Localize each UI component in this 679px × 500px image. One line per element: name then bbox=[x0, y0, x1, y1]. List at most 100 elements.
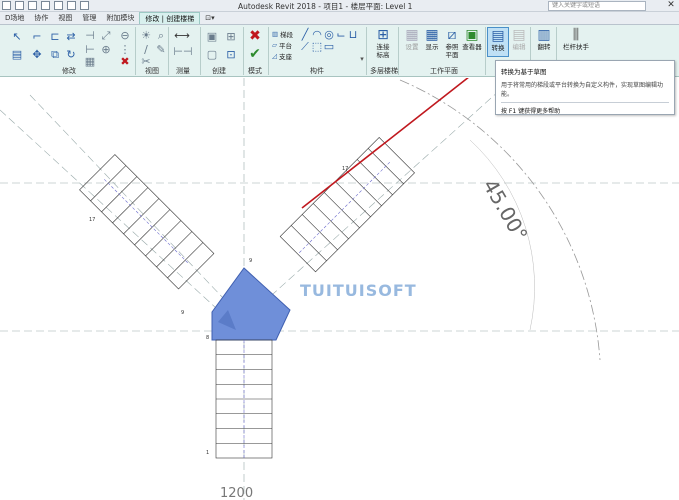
arc-center-icon[interactable]: ◠ bbox=[312, 29, 322, 40]
trim-icon[interactable]: ⊣ bbox=[84, 29, 96, 41]
stair-run-button[interactable]: ▥ 梯段 bbox=[272, 29, 293, 39]
pointer-arrow bbox=[301, 78, 469, 209]
landing-shape bbox=[211, 267, 291, 341]
undo-icon[interactable] bbox=[15, 1, 24, 10]
group-label-component: 构件 bbox=[310, 67, 324, 75]
array-icon[interactable]: ▦ bbox=[84, 56, 96, 67]
group-label-measure: 测量 bbox=[176, 67, 190, 75]
ribbon-separator bbox=[398, 27, 399, 75]
align-icon[interactable]: ⌐ bbox=[30, 29, 44, 43]
riser-number: 17 bbox=[89, 217, 96, 223]
measure-icon[interactable] bbox=[54, 1, 63, 10]
override-icon[interactable]: ⌕ bbox=[155, 29, 167, 41]
convert-to-sketch-icon: ▤ bbox=[491, 28, 505, 44]
line-draw-icon[interactable]: ╱ bbox=[300, 29, 310, 40]
create-parts-icon[interactable]: ⊞ bbox=[224, 29, 238, 43]
redo-icon[interactable] bbox=[28, 1, 37, 10]
tab-manage[interactable]: 管理 bbox=[77, 12, 101, 24]
u-shape-icon[interactable]: ⊔ bbox=[348, 29, 358, 40]
close-icon[interactable]: ✕ bbox=[665, 0, 677, 11]
riser-number: 17 bbox=[342, 166, 349, 172]
l-shape-icon[interactable]: ⌙ bbox=[336, 29, 346, 40]
pick-icon[interactable]: ⬚ bbox=[312, 41, 322, 52]
group-label-workplane: 工作平面 bbox=[430, 67, 458, 75]
riser-number: 8 bbox=[206, 335, 210, 341]
landing-label: 平台 bbox=[279, 42, 292, 50]
window-title: Autodesk Revit 2018 - 项目1 - 楼层平面: Level … bbox=[238, 2, 413, 11]
convert-button[interactable]: ▤ 转换 bbox=[487, 27, 509, 57]
unpin-icon[interactable]: ⊖ bbox=[119, 29, 131, 41]
landing-icon: ▱ bbox=[272, 41, 277, 49]
group-label-modify: 修改 bbox=[62, 67, 76, 75]
landing-button[interactable]: ▱ 平台 bbox=[272, 40, 292, 50]
open-icon[interactable] bbox=[2, 1, 11, 10]
ribbon-separator bbox=[200, 27, 201, 75]
group-label-create: 创建 bbox=[212, 67, 226, 75]
linework-icon[interactable]: ∕ bbox=[140, 43, 152, 55]
workplane-show-icon: ▦ bbox=[425, 27, 439, 43]
stair-run-label: 梯段 bbox=[280, 31, 294, 39]
dimension-icon[interactable]: ⊢⊣ bbox=[173, 45, 192, 57]
hide-icon[interactable]: ☀ bbox=[140, 29, 152, 41]
ribbon-separator bbox=[366, 27, 367, 75]
create-group-icon[interactable]: ▢ bbox=[205, 47, 219, 61]
tooltip-title: 转换为基于草图 bbox=[501, 68, 547, 76]
create-similar-icon[interactable]: ▣ bbox=[205, 29, 219, 43]
dropdown-icon[interactable]: ▾ bbox=[358, 55, 366, 63]
scale-icon[interactable]: ⤢ bbox=[100, 29, 112, 41]
copy-icon[interactable]: ⧉ bbox=[48, 47, 62, 61]
paste-icon[interactable]: ▤ bbox=[10, 47, 24, 61]
riser-number: 9 bbox=[249, 258, 253, 264]
tab-view[interactable]: 视图 bbox=[53, 12, 77, 24]
pin-icon[interactable]: ⊕ bbox=[100, 43, 112, 55]
flip-button[interactable]: ▥ 翻转 bbox=[533, 27, 555, 51]
split-gap-icon[interactable]: ⋮ bbox=[119, 43, 131, 55]
group-label-multistory: 多层楼梯 bbox=[370, 67, 398, 75]
tab-modify-create-stair[interactable]: 修改 | 创建楼梯 bbox=[139, 12, 201, 24]
create-assembly-icon[interactable]: ⊡ bbox=[224, 47, 238, 61]
search-input[interactable]: 键入关键字或短语 bbox=[548, 1, 646, 11]
move-icon[interactable]: ✥ bbox=[30, 47, 44, 61]
group-label-view: 视图 bbox=[145, 67, 159, 75]
show-workplane-button[interactable]: ▦ 显示 bbox=[421, 27, 443, 51]
modify-cursor-icon[interactable]: ↖ bbox=[10, 29, 24, 43]
spiral-icon[interactable]: ◎ bbox=[324, 29, 334, 40]
tab-overflow-icon[interactable]: ⊡▾ bbox=[200, 12, 219, 24]
set-workplane-button[interactable]: ▦ 设置 bbox=[401, 27, 423, 51]
finish-edit-icon[interactable]: ✔ bbox=[248, 47, 262, 61]
edit-sketch-button[interactable]: ▤ 编辑 bbox=[508, 27, 530, 51]
print-icon[interactable] bbox=[41, 1, 50, 10]
dropdown-icon[interactable] bbox=[80, 1, 89, 10]
railing-button[interactable]: ⫼ 栏杆扶手 bbox=[562, 27, 590, 51]
tab-collaborate[interactable]: 协作 bbox=[29, 12, 53, 24]
tab-addins[interactable]: 附加模块 bbox=[101, 12, 139, 24]
viewer-icon: ▣ bbox=[465, 27, 479, 43]
ribbon-separator bbox=[168, 27, 169, 75]
stair-run-right bbox=[279, 137, 415, 273]
split-icon[interactable]: ⊢ bbox=[84, 43, 96, 55]
offset-icon[interactable]: ⊏ bbox=[48, 29, 62, 43]
connect-levels-icon: ⊞ bbox=[377, 27, 389, 43]
delete-icon[interactable]: ✖ bbox=[119, 56, 131, 67]
cancel-edit-icon[interactable]: ✖ bbox=[248, 29, 262, 43]
quick-access-toolbar bbox=[2, 1, 89, 10]
thin-lines-icon[interactable] bbox=[67, 1, 76, 10]
viewer-button[interactable]: ▣ 查看器 bbox=[461, 27, 483, 51]
sketch-line-icon[interactable]: ⟋ bbox=[300, 41, 310, 52]
paint-icon[interactable]: ✎ bbox=[155, 43, 167, 55]
support-button[interactable]: ◿ 支座 bbox=[272, 51, 292, 61]
tooltip-help: 按 F1 键获得更多帮助 bbox=[501, 108, 561, 115]
tab-site[interactable]: D场地 bbox=[0, 12, 29, 24]
title-bar: Autodesk Revit 2018 - 项目1 - 楼层平面: Level … bbox=[0, 0, 679, 12]
ref-plane-button[interactable]: ⧄ 参照 平面 bbox=[441, 27, 463, 59]
connect-levels-button[interactable]: ⊞ 连接 标高 bbox=[372, 27, 394, 59]
cut-profile-icon[interactable]: ✂ bbox=[140, 56, 152, 67]
rect-icon[interactable]: ▭ bbox=[324, 41, 334, 52]
tooltip-convert: 转换为基于草图 用于将常用的梯段或平台转换为自定义构件，实现草图编辑功能。 按 … bbox=[495, 60, 675, 115]
rotate-icon[interactable]: ↻ bbox=[64, 47, 78, 61]
ref-plane-icon: ⧄ bbox=[447, 27, 457, 43]
measure-icon[interactable]: ⟷ bbox=[173, 29, 191, 41]
mirror-icon[interactable]: ⇄ bbox=[64, 29, 78, 43]
stair-run-left bbox=[79, 154, 215, 290]
support-icon: ◿ bbox=[272, 52, 277, 60]
